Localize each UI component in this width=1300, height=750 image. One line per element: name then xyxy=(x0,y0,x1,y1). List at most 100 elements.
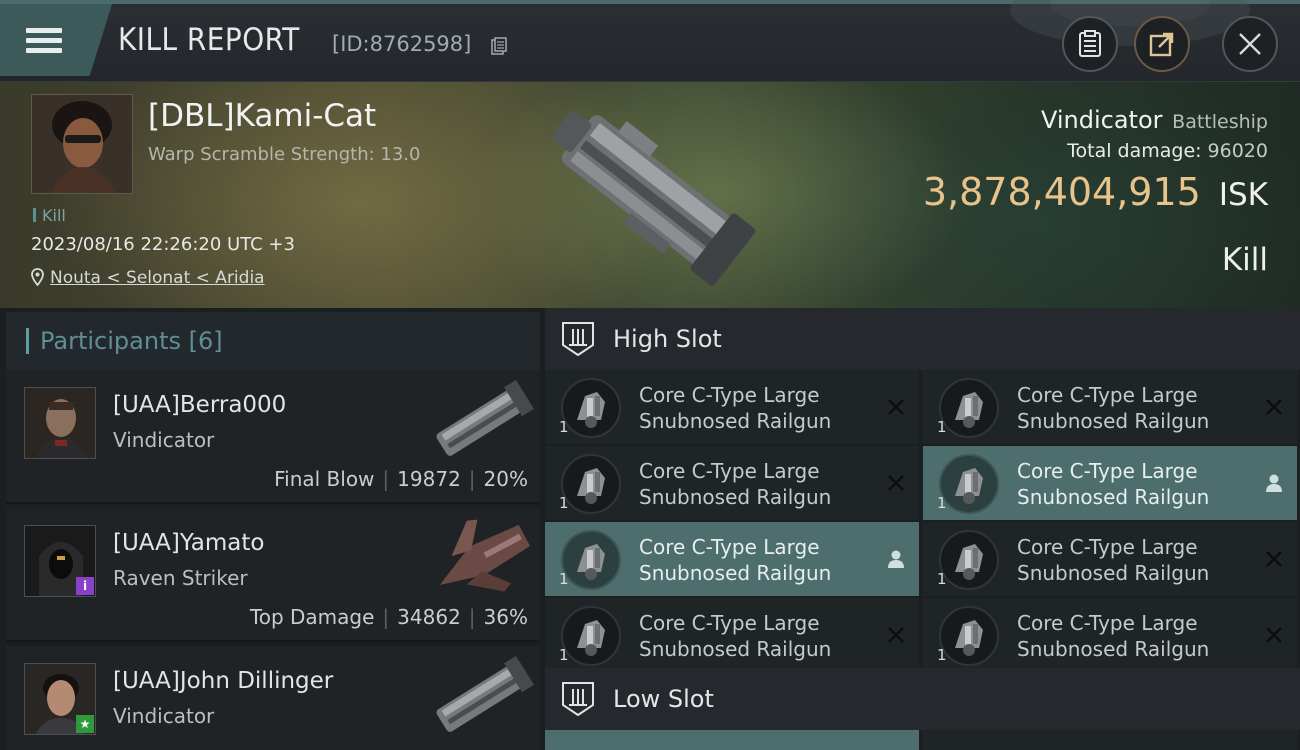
clipboard-icon xyxy=(1079,30,1101,57)
high-slot-module[interactable]: 1 Core C-Type Large Snubnosed Railgun xyxy=(923,446,1297,520)
close-button[interactable] xyxy=(1222,16,1278,72)
kill-location: Nouta < Selonat < Aridia xyxy=(31,268,265,288)
participant-name[interactable]: [UAA]Berra000 xyxy=(113,392,286,418)
participant-avatar[interactable]: ★ xyxy=(24,663,96,735)
dropped-person-icon xyxy=(888,550,904,568)
fitting-panel: High Slot 1 Core C-Type Large Snubnosed Ra… xyxy=(545,308,1300,750)
module-name: Core C-Type Large Snubnosed Railgun xyxy=(639,534,879,586)
location-link[interactable]: Nouta < Selonat < Aridia xyxy=(50,268,265,288)
high-slot-module[interactable]: 1 Core C-Type Large Snubnosed Railgun xyxy=(545,522,919,596)
total-damage-label: Total damage: xyxy=(1067,140,1202,162)
participant-row[interactable]: [UAA]Berra000 Vindicator Final Blow | 1987… xyxy=(6,370,540,504)
module-quantity: 1 xyxy=(937,418,947,436)
participant-percent: 20% xyxy=(483,467,528,491)
module-quantity: 1 xyxy=(559,570,569,588)
module-name-line: Snubnosed Railgun xyxy=(1017,561,1210,585)
module-name-line: Snubnosed Railgun xyxy=(1017,485,1210,509)
victim-ship-name: Vindicator xyxy=(1040,106,1163,134)
railgun-module-icon xyxy=(561,606,621,666)
page-title: KILL REPORT xyxy=(118,22,300,58)
participant-badge: i xyxy=(76,577,94,595)
module-quantity: 1 xyxy=(559,418,569,436)
module-quantity: 1 xyxy=(937,646,947,664)
module-name-line: Core C-Type Large xyxy=(1017,535,1198,559)
module-name: Core C-Type Large Snubnosed Railgun xyxy=(639,382,879,434)
copy-icon[interactable] xyxy=(491,37,507,55)
destroyed-x-icon xyxy=(1266,627,1282,643)
module-name-line: Snubnosed Railgun xyxy=(1017,409,1210,433)
stats-separator: | xyxy=(382,467,390,491)
module-name-line: Snubnosed Railgun xyxy=(639,637,832,661)
participant-stats: Final Blow | 19872 | 20% xyxy=(274,467,528,491)
participants-header: Participants [6] xyxy=(6,312,540,370)
total-damage-value: 96020 xyxy=(1207,140,1268,162)
high-slot-module[interactable]: 1 Core C-Type Large Snubnosed Railgun xyxy=(923,598,1297,672)
participants-panel: Participants [6] [UAA]Berra000 Vindicato… xyxy=(0,308,545,750)
module-quantity: 1 xyxy=(937,494,947,512)
module-quantity: 1 xyxy=(937,570,947,588)
high-slot-module[interactable]: 1 Core C-Type Large Snubnosed Railgun xyxy=(545,598,919,672)
kill-datetime: 2023/08/16 22:26:20 UTC +3 xyxy=(31,234,295,255)
victim-ship-image xyxy=(551,110,756,286)
participant-row[interactable]: i [UAA]Yamato Raven Striker Top Damage | 3… xyxy=(6,508,540,642)
high-slot-module[interactable]: 1 Core C-Type Large Snubnosed Railgun xyxy=(923,522,1297,596)
dropped-person-icon xyxy=(1266,474,1282,492)
railgun-icon xyxy=(955,544,983,580)
close-icon xyxy=(1239,33,1261,55)
high-slot-module[interactable]: 1 Core C-Type Large Snubnosed Railgun xyxy=(923,370,1297,444)
high-slot-module[interactable]: 1 Core C-Type Large Snubnosed Railgun xyxy=(545,446,919,520)
module-name-line: Snubnosed Railgun xyxy=(639,409,832,433)
destroyed-x-icon xyxy=(888,627,904,643)
high-slot-icon xyxy=(562,322,594,357)
pilot-portrait-image xyxy=(32,95,132,193)
module-name: Core C-Type Large Snubnosed Railgun xyxy=(1017,382,1257,434)
high-slot-module[interactable]: 1 Core C-Type Large Snubnosed Railgun xyxy=(545,370,919,444)
victim-portrait[interactable] xyxy=(31,94,133,194)
participant-row[interactable]: ★ [UAA]John Dillinger Vindicator xyxy=(6,646,540,750)
participants-header-marker xyxy=(26,328,29,354)
railgun-module-icon xyxy=(939,530,999,590)
module-name: Core C-Type Large Snubnosed Railgun xyxy=(1017,534,1257,586)
victim-banner: [DBL]Kami-Cat Warp Scramble Strength: 13… xyxy=(0,82,1300,308)
total-damage: Total damage: 96020 xyxy=(1067,140,1268,162)
participant-avatar[interactable]: i xyxy=(24,525,96,597)
module-name-line: Snubnosed Railgun xyxy=(1017,637,1210,661)
participant-ship: Vindicator xyxy=(113,428,215,452)
participant-stats: Top Damage | 34862 | 36% xyxy=(250,605,528,629)
participant-badge: ★ xyxy=(76,715,94,733)
railgun-module-icon xyxy=(939,606,999,666)
railgun-module-icon xyxy=(561,378,621,438)
share-button[interactable] xyxy=(1134,16,1190,72)
participants-title-text: Participants xyxy=(40,327,181,355)
kill-result: Kill xyxy=(1221,242,1268,278)
clipboard-button[interactable] xyxy=(1062,16,1118,72)
victim-name[interactable]: [DBL]Kami-Cat xyxy=(148,98,376,134)
low-slot-module[interactable] xyxy=(545,730,919,750)
hamburger-icon xyxy=(26,23,62,58)
menu-button[interactable] xyxy=(0,4,112,76)
participant-name[interactable]: [UAA]John Dillinger xyxy=(113,668,333,694)
kill-tag-label: Kill xyxy=(42,206,66,225)
participant-name[interactable]: [UAA]Yamato xyxy=(113,530,264,556)
stats-separator: | xyxy=(382,605,390,629)
module-name-line: Core C-Type Large xyxy=(639,459,820,483)
isk-amount: 3,878,404,915 xyxy=(922,170,1201,214)
participant-ship-image xyxy=(439,519,531,592)
railgun-icon xyxy=(577,468,605,504)
module-name-line: Core C-Type Large xyxy=(639,383,820,407)
location-pin-icon xyxy=(31,268,44,286)
low-slot-module[interactable] xyxy=(923,730,1297,750)
participant-avatar[interactable] xyxy=(24,387,96,459)
destroyed-x-icon xyxy=(1266,399,1282,415)
stats-separator: | xyxy=(468,605,476,629)
participant-percent: 36% xyxy=(483,605,528,629)
low-slot-header: Low Slot xyxy=(545,668,1300,730)
railgun-module-icon xyxy=(561,530,621,590)
railgun-icon xyxy=(577,544,605,580)
railgun-icon xyxy=(955,468,983,504)
high-slot-label: High Slot xyxy=(613,325,722,353)
participant-ship-image xyxy=(436,379,534,456)
report-id: [ID:8762598] xyxy=(332,32,472,56)
module-name-line: Snubnosed Railgun xyxy=(639,561,832,585)
railgun-icon xyxy=(955,392,983,428)
